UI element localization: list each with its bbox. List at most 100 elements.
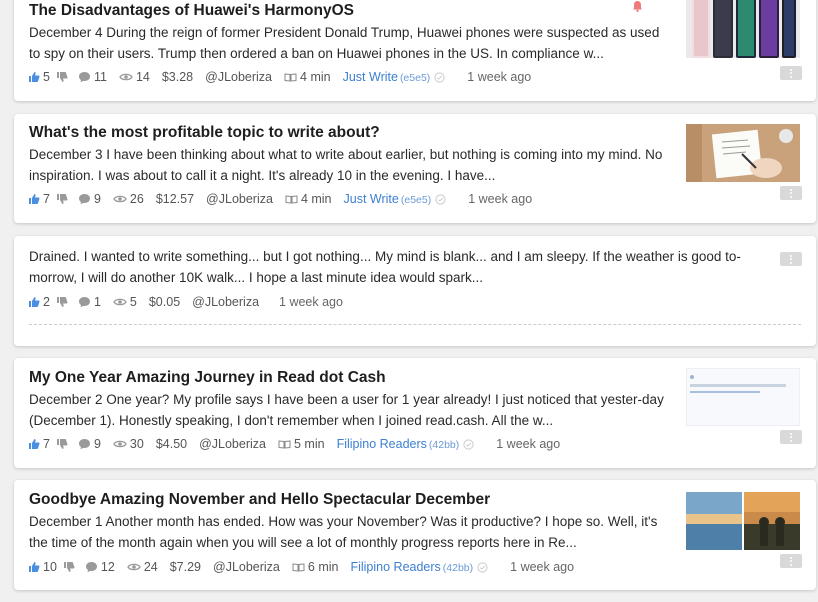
likes-count: 2 xyxy=(43,295,50,309)
article-meta: 7 9 30 $4.50 @JLoberiza 5 min Filipino R… xyxy=(28,436,560,452)
earnings: $0.05 xyxy=(148,295,181,309)
community-id: (e5e5) xyxy=(400,194,432,206)
community-id: (42bb) xyxy=(428,439,460,451)
article-meta: 7 9 26 $12.57 @JLoberiza 4 min Just Writ… xyxy=(28,191,532,207)
thumbs-up-icon[interactable] xyxy=(28,561,40,573)
read-time: 4 min xyxy=(300,70,331,84)
book-icon xyxy=(284,73,297,82)
article-title[interactable]: The Disadvantages of Huawei's HarmonyOS xyxy=(29,2,354,20)
likes-count: 10 xyxy=(43,560,57,574)
author-link[interactable]: @JLoberiza xyxy=(205,70,272,84)
more-options-button[interactable] xyxy=(780,430,802,444)
post-time: 1 week ago xyxy=(510,560,575,574)
article-excerpt[interactable]: December 3 I have been thinking about wh… xyxy=(29,144,674,186)
article-thumbnail[interactable] xyxy=(686,368,800,426)
comment-icon[interactable] xyxy=(78,193,91,205)
article-excerpt[interactable]: Drained. I wanted to write something... … xyxy=(29,246,769,288)
comments-count: 1 xyxy=(93,295,101,309)
more-options-button[interactable] xyxy=(780,252,802,266)
thumbs-up-icon[interactable] xyxy=(28,71,40,83)
eye-icon xyxy=(113,195,127,203)
verified-check-icon xyxy=(463,438,474,450)
article-card[interactable]: My One Year Amazing Journey in Read dot … xyxy=(14,358,816,468)
views-count: 5 xyxy=(129,295,137,309)
more-options-button[interactable] xyxy=(780,186,802,200)
article-excerpt[interactable]: December 2 One year? My profile says I h… xyxy=(29,389,674,431)
comments-count: 9 xyxy=(93,437,101,451)
comment-icon[interactable] xyxy=(78,438,91,450)
verified-check-icon xyxy=(477,561,488,573)
author-link[interactable]: @JLoberiza xyxy=(206,192,273,206)
comment-icon[interactable] xyxy=(85,561,98,573)
article-thumbnail[interactable] xyxy=(686,492,800,550)
thumbs-down-icon[interactable] xyxy=(56,71,68,83)
thumbs-up-icon[interactable] xyxy=(28,193,40,205)
article-excerpt[interactable]: December 4 During the reign of former Pr… xyxy=(29,22,674,64)
read-time: 6 min xyxy=(307,560,339,574)
article-card[interactable]: The Disadvantages of Huawei's HarmonyOS … xyxy=(14,0,816,101)
article-thumbnail[interactable] xyxy=(686,124,800,182)
views-count: 14 xyxy=(135,70,150,84)
post-time: 1 week ago xyxy=(496,437,561,451)
community-link[interactable]: Filipino Readers (42bb) xyxy=(337,437,460,451)
read-time: 5 min xyxy=(293,437,325,451)
comments-count: 12 xyxy=(100,560,115,574)
eye-icon xyxy=(113,298,127,306)
article-card[interactable]: What's the most profitable topic to writ… xyxy=(14,114,816,223)
comments-count: 11 xyxy=(93,70,107,84)
article-title[interactable]: Goodbye Amazing November and Hello Spect… xyxy=(29,491,490,509)
sunset-collage-thumbnail xyxy=(686,492,800,550)
earnings: $4.50 xyxy=(155,437,188,451)
community-id: (e5e5) xyxy=(399,72,431,84)
article-card[interactable]: Drained. I wanted to write something... … xyxy=(14,236,816,346)
comment-icon[interactable] xyxy=(78,71,91,83)
post-time: 1 week ago xyxy=(279,295,343,309)
community-name[interactable]: Filipino Readers xyxy=(350,560,440,574)
community-name[interactable]: Just Write xyxy=(343,70,398,84)
article-title[interactable]: What's the most profitable topic to writ… xyxy=(29,124,380,142)
community-link[interactable]: Just Write (e5e5) xyxy=(343,70,431,84)
thumbs-down-icon[interactable] xyxy=(63,561,75,573)
views-count: 24 xyxy=(143,560,158,574)
more-options-button[interactable] xyxy=(780,66,802,80)
comments-count: 9 xyxy=(93,192,101,206)
more-options-button[interactable] xyxy=(780,554,802,568)
thumbs-down-icon[interactable] xyxy=(56,438,68,450)
verified-check-icon xyxy=(434,71,445,83)
bell-icon[interactable] xyxy=(632,0,643,12)
article-meta: 2 1 5 $0.05 @JLoberiza 1 week ago xyxy=(28,294,343,310)
earnings: $3.28 xyxy=(161,70,194,84)
read-time: 4 min xyxy=(300,192,332,206)
earnings: $12.57 xyxy=(155,192,195,206)
community-link[interactable]: Filipino Readers (42bb) xyxy=(350,560,473,574)
community-name[interactable]: Just Write xyxy=(344,192,399,206)
author-link[interactable]: @JLoberiza xyxy=(213,560,280,574)
thumbs-down-icon[interactable] xyxy=(56,296,68,308)
eye-icon xyxy=(127,563,141,571)
article-card[interactable]: Goodbye Amazing November and Hello Spect… xyxy=(14,480,816,590)
verified-check-icon xyxy=(435,193,446,205)
views-count: 30 xyxy=(129,437,144,451)
views-count: 26 xyxy=(129,192,144,206)
article-title[interactable]: My One Year Amazing Journey in Read dot … xyxy=(29,369,386,387)
author-link[interactable]: @JLoberiza xyxy=(199,437,266,451)
eye-icon xyxy=(119,73,133,81)
community-id: (42bb) xyxy=(442,562,474,574)
thumbs-down-icon[interactable] xyxy=(56,193,68,205)
likes-count: 7 xyxy=(43,192,50,206)
article-thumbnail[interactable] xyxy=(686,0,800,58)
likes-count: 5 xyxy=(43,70,50,84)
post-time: 1 week ago xyxy=(468,192,533,206)
phones-thumbnail xyxy=(686,0,800,58)
community-link[interactable]: Just Write (e5e5) xyxy=(344,192,432,206)
thumbs-up-icon[interactable] xyxy=(28,296,40,308)
author-link[interactable]: @JLoberiza xyxy=(192,295,259,309)
thumbs-up-icon[interactable] xyxy=(28,438,40,450)
book-icon xyxy=(285,195,298,204)
community-name[interactable]: Filipino Readers xyxy=(337,437,427,451)
likes-count: 7 xyxy=(43,437,50,451)
article-meta: 5 11 14 $3.28 @JLoberiza 4 min Just Writ… xyxy=(28,69,531,85)
article-excerpt[interactable]: December 1 Another month has ended. How … xyxy=(29,511,674,553)
divider xyxy=(29,324,801,325)
comment-icon[interactable] xyxy=(78,296,91,308)
